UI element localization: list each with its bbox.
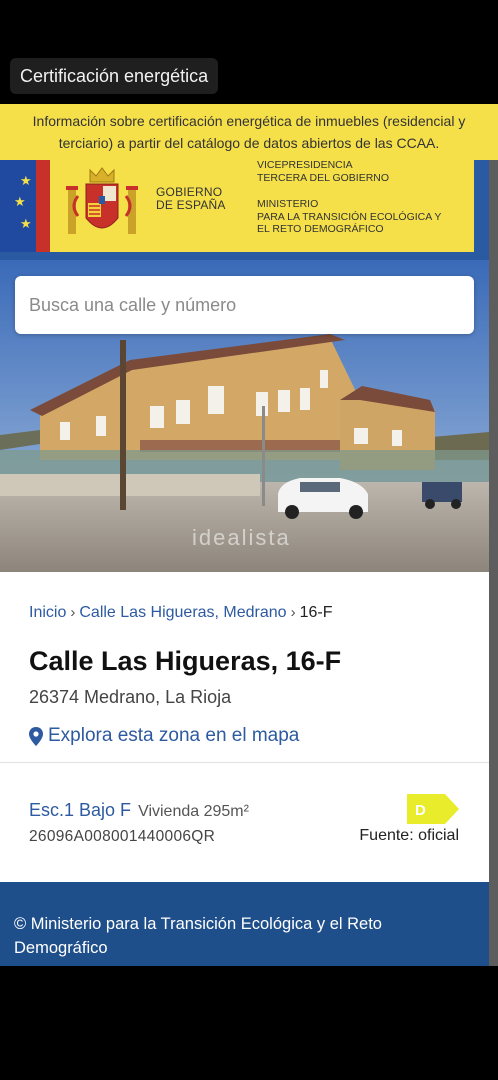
info-banner-line-1: Información sobre certificación energéti… (32, 113, 466, 129)
scrollbar[interactable] (489, 160, 498, 966)
property-title: Calle Las Higueras, 16-F (29, 646, 342, 676)
energy-rating-letter: D (415, 802, 426, 819)
government-header: ★ ★ ★ GOBIERNO DE ESPAÑA VICEPRESIDENCIA… (0, 160, 489, 260)
unit-meta: Vivienda 295m² (138, 803, 249, 820)
property-address: 26374 Medrano, La Rioja (29, 687, 232, 707)
unit-row[interactable]: Esc.1 Bajo F Vivienda 295m² (29, 800, 249, 821)
coat-of-arms-icon (66, 167, 138, 234)
data-source: Fuente: oficial (359, 827, 459, 844)
app-title-chip: Certificación energética (10, 58, 219, 94)
footer-copyright: © Ministerio para la Transición Ecológic… (14, 915, 382, 957)
eu-flag-icon: ★ ★ ★ (0, 160, 36, 252)
info-banner: Información sobre certificación energéti… (0, 104, 498, 160)
explore-map-label: Explora esta zona en el mapa (48, 725, 300, 746)
breadcrumb: Inicio › Calle Las Higueras, Medrano › 16-F (29, 604, 332, 622)
map-pin-icon (29, 726, 43, 746)
search-input[interactable] (15, 276, 473, 334)
vicepresidencia-label: VICEPRESIDENCIA TERCERA DEL GOBIERNO (257, 160, 390, 184)
chevron-right-icon: › (70, 604, 76, 621)
page-content: ★ ★ ★ GOBIERNO DE ESPAÑA VICEPRESIDENCIA… (0, 160, 489, 966)
breadcrumb-current: 16-F (299, 604, 333, 621)
divider (0, 762, 489, 763)
explore-map-link[interactable]: Explora esta zona en el mapa (29, 725, 299, 747)
energy-rating-badge: D (407, 794, 459, 824)
breadcrumb-home-link[interactable]: Inicio (29, 604, 66, 621)
cadastral-reference: 26096A008001440006QR (29, 828, 216, 845)
footer: © Ministerio para la Transición Ecológic… (0, 882, 489, 966)
ministerio-label: MINISTERIO PARA LA TRANSICIÓN ECOLÓGICA … (257, 198, 442, 235)
search-box[interactable] (15, 276, 474, 334)
photo-watermark: idealista (192, 525, 291, 550)
chevron-right-icon: › (290, 604, 296, 621)
info-banner-line-2: terciario) a partir del catálogo de dato… (58, 135, 440, 151)
gobierno-de-espana-label: GOBIERNO DE ESPAÑA (156, 185, 226, 212)
breadcrumb-street-link[interactable]: Calle Las Higueras, Medrano (79, 604, 286, 621)
unit-name: Esc.1 Bajo F (29, 800, 132, 820)
